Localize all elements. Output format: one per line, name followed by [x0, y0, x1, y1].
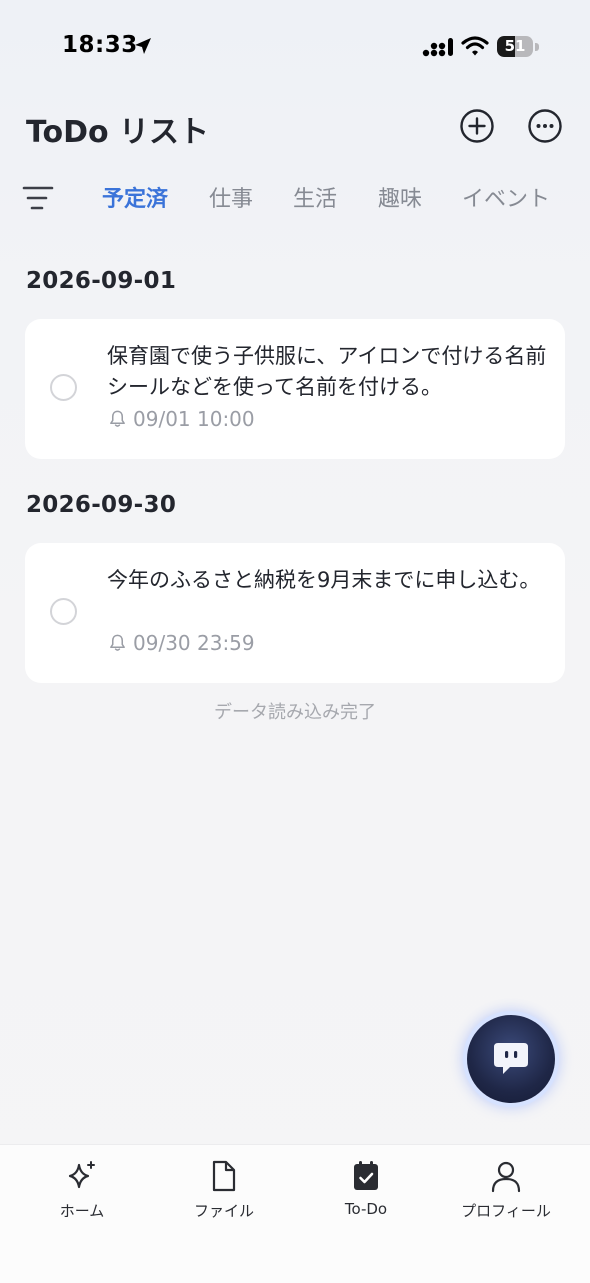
- sparkle-icon: [68, 1161, 95, 1189]
- battery-level: 51: [504, 37, 526, 55]
- chat-assistant-button[interactable]: [467, 1015, 555, 1103]
- task-text: 今年のふるさと納税を9月末までに申し込む。: [107, 568, 541, 592]
- task-text: 保育園で使う子供服に、アイロンで付ける名前シールなどを使って名前を付ける。: [107, 344, 547, 399]
- date-header: 2026-09-01: [26, 268, 177, 294]
- status-time: 18:33: [62, 32, 138, 58]
- category-tabs: 予定済 仕事 生活 趣味 イベント: [102, 181, 572, 215]
- reminder-time: 09/01 10:00: [108, 407, 255, 431]
- nav-home[interactable]: ホーム: [12, 1145, 152, 1235]
- todo-card[interactable]: 保育園で使う子供服に、アイロンで付ける名前シールなどを使って名前を付ける。 09…: [25, 319, 565, 459]
- tab-hobby[interactable]: 趣味: [378, 181, 422, 213]
- bottom-navigation: ホーム ファイル To-Do プロフィール: [0, 1144, 590, 1283]
- person-icon: [491, 1161, 521, 1193]
- nav-files[interactable]: ファイル: [154, 1145, 294, 1235]
- nav-todo[interactable]: To-Do: [296, 1145, 436, 1235]
- page-title: ToDo リスト: [26, 115, 210, 150]
- bell-icon: [110, 634, 125, 651]
- nav-profile[interactable]: プロフィール: [436, 1145, 576, 1235]
- location-arrow-icon: [135, 38, 151, 54]
- reminder-time: 09/30 23:59: [108, 631, 255, 655]
- nav-label: プロフィール: [461, 1202, 551, 1220]
- ellipsis-circle-icon[interactable]: [527, 108, 563, 144]
- reminder-label: 09/01 10:00: [133, 407, 255, 431]
- complete-checkbox[interactable]: [50, 598, 77, 625]
- bell-icon: [110, 410, 125, 427]
- filter-list-icon[interactable]: [22, 182, 54, 214]
- tab-life[interactable]: 生活: [293, 181, 337, 213]
- wifi-icon: [461, 36, 489, 56]
- load-status: データ読み込み完了: [214, 702, 376, 723]
- status-bar: 18:33 51: [0, 0, 590, 95]
- chat-bubble-icon: [494, 1043, 528, 1074]
- battery-indicator: 51: [497, 36, 541, 58]
- signal-icon: [422, 38, 453, 57]
- tab-scheduled[interactable]: 予定済: [102, 181, 168, 213]
- nav-label: ホーム: [59, 1202, 105, 1220]
- date-header: 2026-09-30: [26, 492, 177, 518]
- complete-checkbox[interactable]: [50, 374, 77, 401]
- todo-card[interactable]: 今年のふるさと納税を9月末までに申し込む。 09/30 23:59: [25, 543, 565, 683]
- calendar-check-icon: [354, 1161, 378, 1190]
- reminder-label: 09/30 23:59: [133, 631, 255, 655]
- tab-event[interactable]: イベント: [462, 181, 550, 213]
- nav-label: ファイル: [193, 1202, 254, 1220]
- tab-work[interactable]: 仕事: [209, 181, 253, 213]
- file-icon: [212, 1160, 236, 1192]
- nav-label: To-Do: [344, 1200, 388, 1218]
- plus-circle-icon[interactable]: [459, 108, 495, 144]
